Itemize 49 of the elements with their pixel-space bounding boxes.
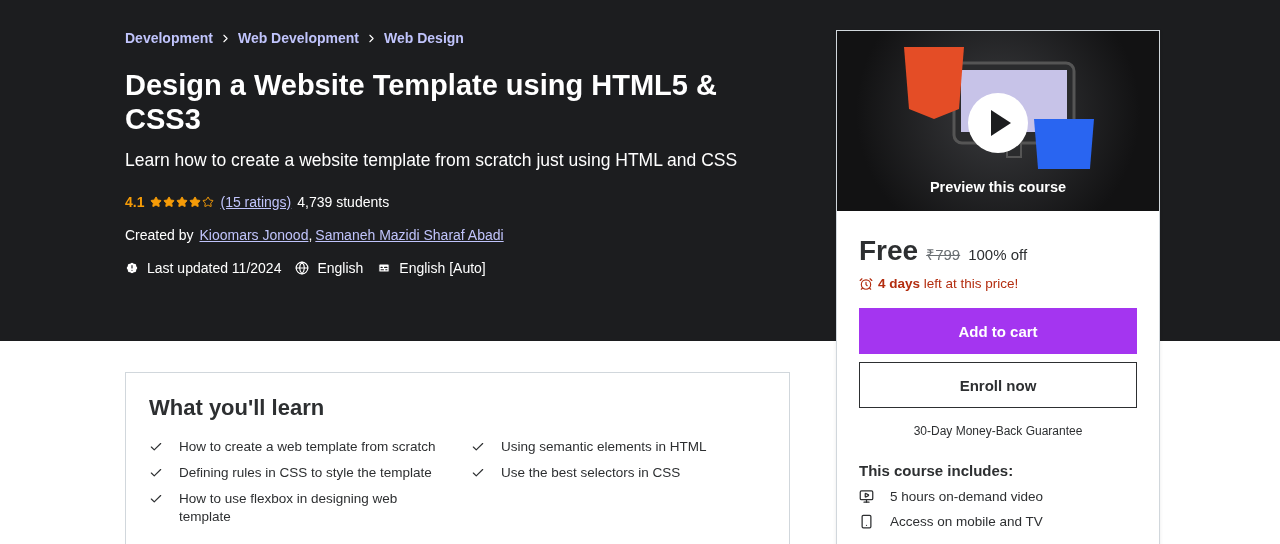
alarm-clock-icon [859,276,873,291]
star-icon [176,196,189,208]
star-icon [202,196,215,208]
includes-title: This course includes: [859,462,1015,479]
learn-item: Use the best selectors in CSS [501,464,681,482]
preview-label: Preview this course [928,179,1068,195]
enroll-button[interactable]: Enroll now [859,362,1137,408]
alert-badge-icon [125,261,139,275]
course-subtitle: Learn how to create a website template from scratch just using HTML and CSS [125,150,739,171]
check-icon [149,440,163,454]
students-count: 4,739 students [297,194,390,210]
mobile-icon [859,514,874,529]
timer-text: 4 days left at this price! [878,276,1019,291]
created-by-label: Created by [125,227,194,243]
author-link[interactable]: Samaneh Mazidi Sharaf Abadi [315,227,504,243]
meta-text: Last updated 11/2024 [147,260,282,276]
check-icon [149,466,163,480]
original-price: ₹799 [926,245,961,264]
play-icon[interactable] [968,93,1028,153]
star-icon [150,196,163,208]
learn-item: Using semantic elements in HTML [501,438,707,456]
captions-icon [377,261,392,275]
check-icon [471,440,485,454]
check-icon [149,492,163,506]
rating-value: 4.1 [125,194,145,210]
course-title: Design a Website Template using HTML5 & CSS3 [125,68,718,136]
guarantee-text: 30-Day Money-Back Guarantee [912,424,1084,438]
learn-item: How to create a web template from scratch [179,438,436,456]
ratings-link[interactable]: (15 ratings) [220,194,292,210]
meta-text: English [Auto] [399,260,486,276]
breadcrumb-link[interactable]: Web Design [384,30,464,46]
include-item: Access on mobile and TV [890,514,1043,529]
star-icon [189,196,202,208]
check-icon [471,466,485,480]
course-preview[interactable]: Preview this course [837,31,1159,211]
globe-icon [295,261,310,275]
breadcrumb-link[interactable]: Development [125,30,213,46]
breadcrumb-link[interactable]: Web Development [237,30,360,46]
add-to-cart-button[interactable]: Add to cart [859,308,1137,354]
meta-text: English [317,260,364,276]
learn-title: What you'll learn [149,395,326,421]
learn-item: Defining rules in CSS to style the template [179,464,432,482]
learn-item: How to use flexbox in designing web template [179,490,399,526]
include-item: 5 hours on-demand video [890,489,1044,504]
separator: , [308,227,313,243]
price: Free [859,235,919,267]
video-icon [859,489,874,504]
star-icon [163,196,176,208]
discount: 100% off [968,246,1028,263]
